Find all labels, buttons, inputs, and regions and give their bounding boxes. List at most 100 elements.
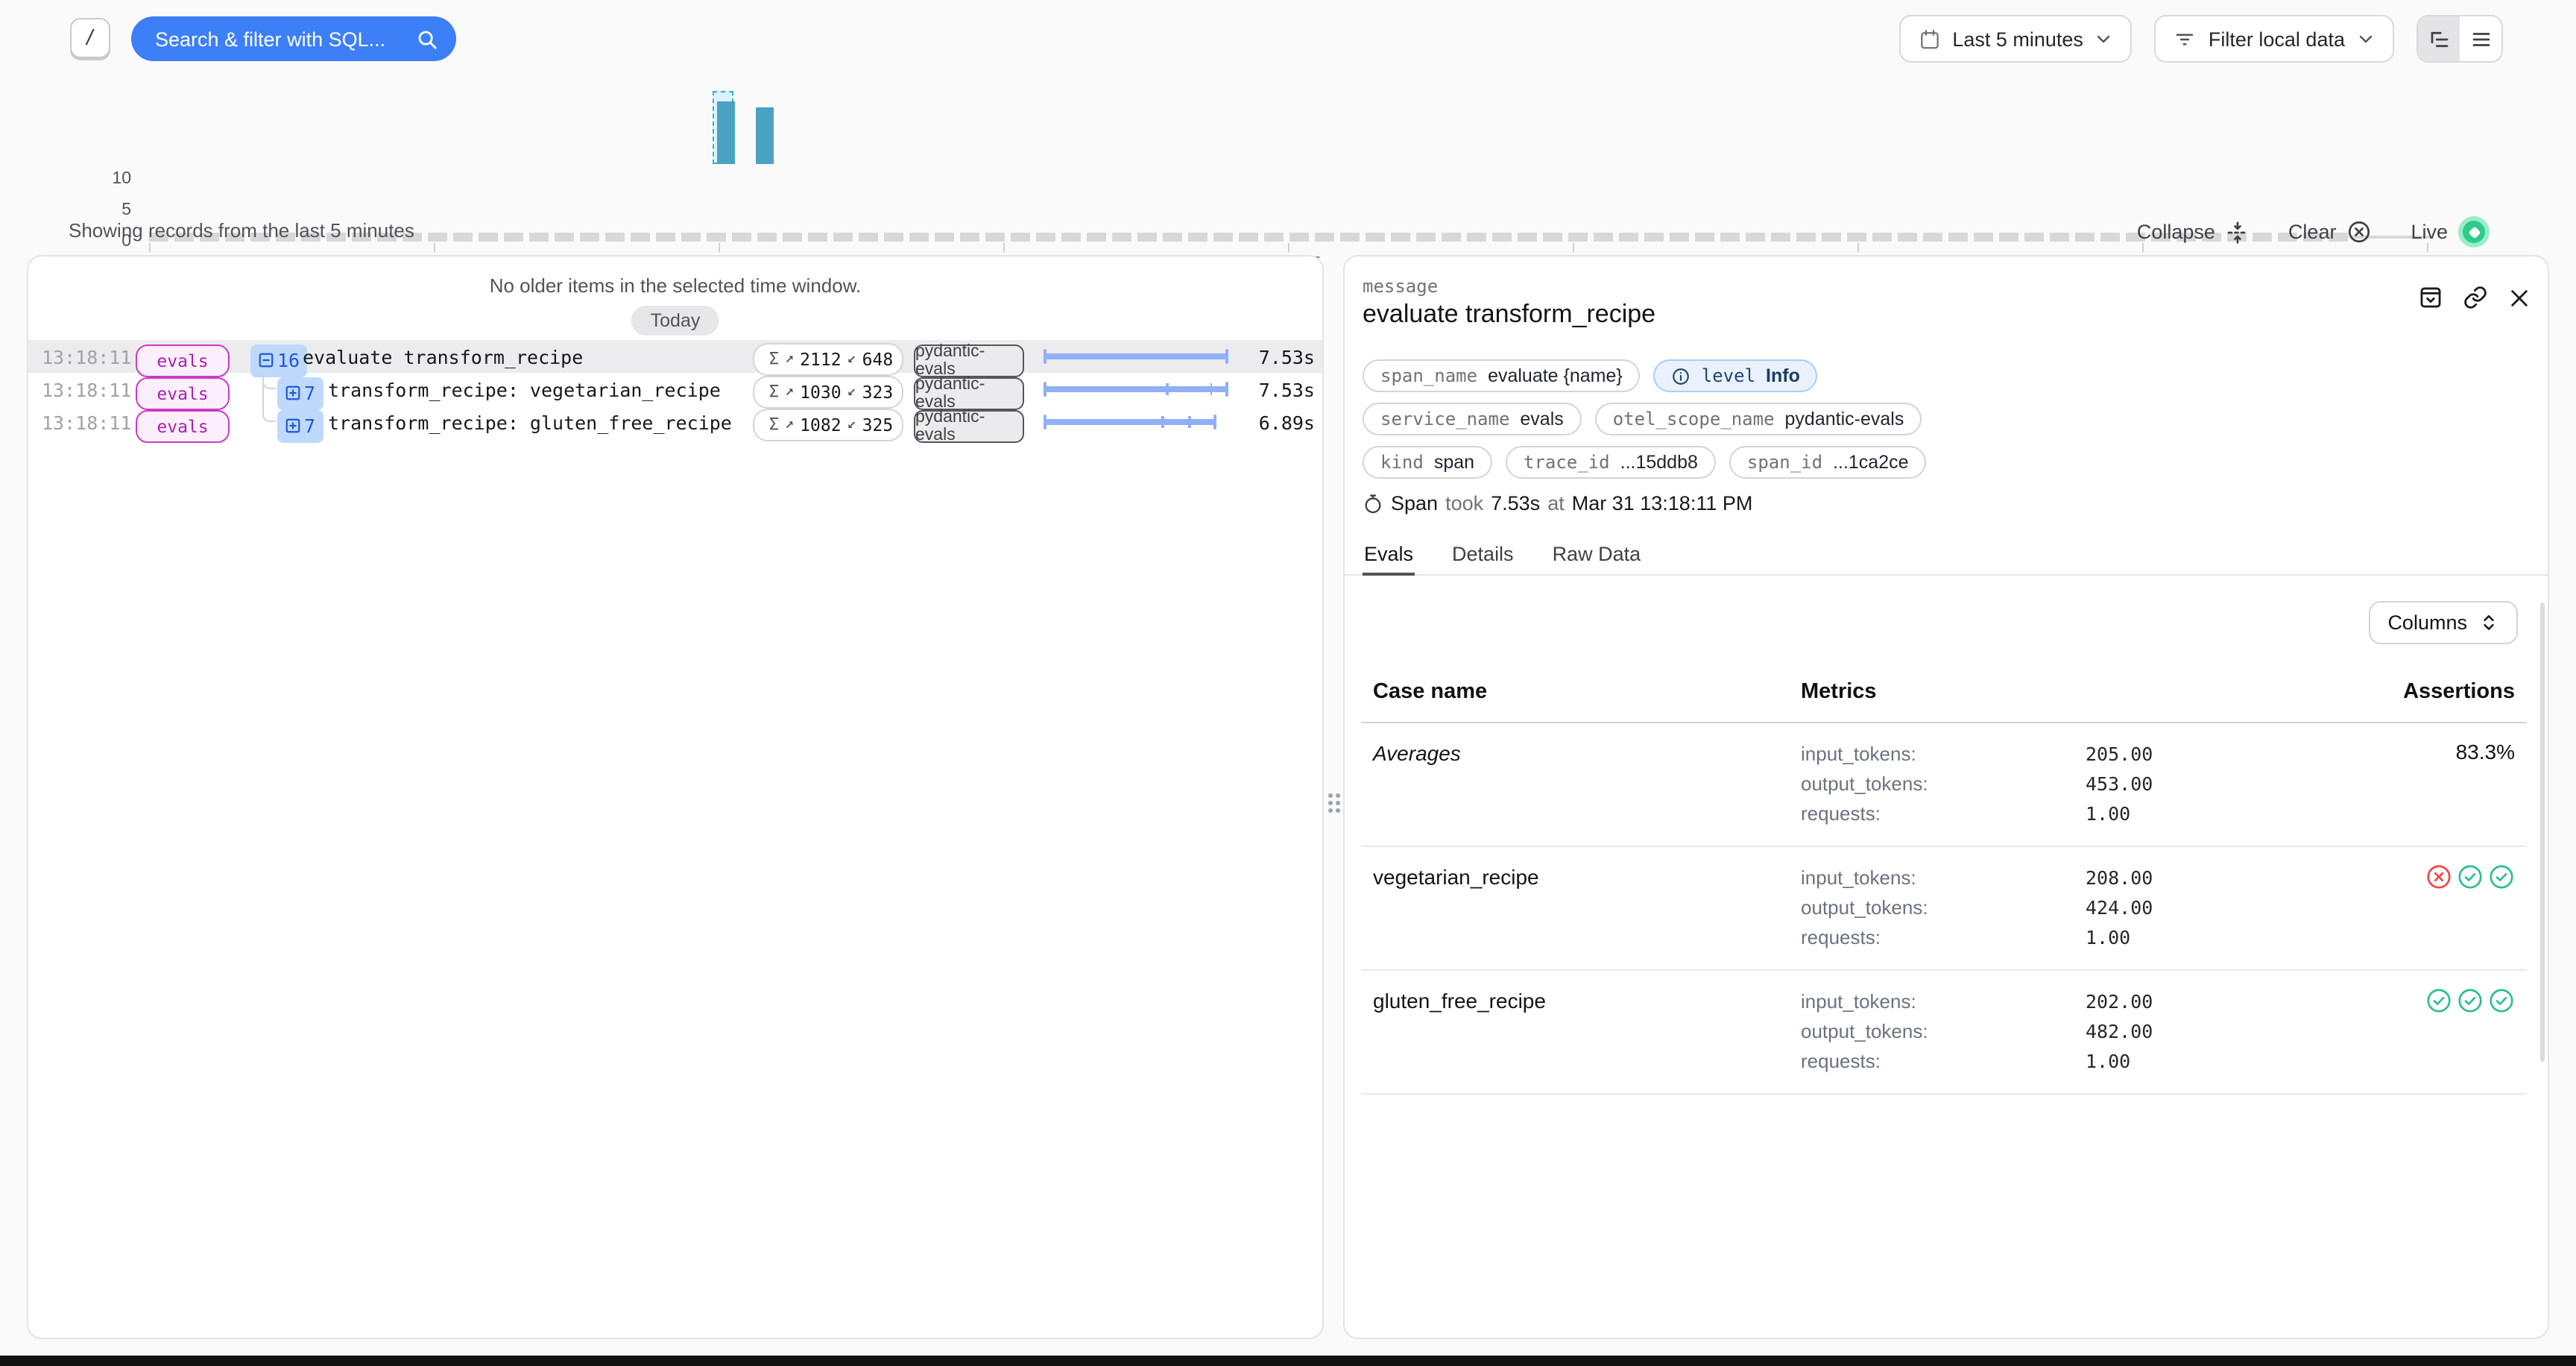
- filter-label: Filter local data: [2209, 28, 2345, 50]
- assertions-percent: 83.3%: [2456, 740, 2515, 764]
- case-name: vegetarian_recipe: [1373, 863, 1801, 953]
- tab-raw-data[interactable]: Raw Data: [1553, 534, 1641, 574]
- collapse-button[interactable]: Collapse: [2137, 220, 2250, 244]
- filter-icon: [2174, 28, 2197, 50]
- y-axis-tick: 10: [86, 170, 131, 188]
- trace-row[interactable]: 13:18:11 evals 7 transform_recipe: veget…: [28, 373, 1322, 406]
- chevrons-up-down-icon: [2479, 613, 2498, 632]
- filter-local-data-dropdown[interactable]: Filter local data: [2155, 15, 2394, 63]
- copy-link-icon[interactable]: [2463, 285, 2488, 310]
- attr-service-name[interactable]: service_name evals: [1363, 403, 1582, 435]
- close-icon[interactable]: [2507, 286, 2531, 309]
- tab-details[interactable]: Details: [1452, 534, 1514, 574]
- input-tokens-arrow-icon: ↗: [785, 350, 794, 367]
- info-icon: [1672, 366, 1691, 385]
- otel-scope-tag[interactable]: pydantic-evals: [914, 409, 1024, 442]
- col-case-name: Case name: [1373, 680, 1801, 704]
- duration-text: 7.53s: [1210, 340, 1315, 373]
- live-toggle[interactable]: Live: [2411, 216, 2490, 248]
- top-toolbar: / Search & filter with SQL... Last 5 min…: [0, 0, 2576, 81]
- assertion-pass-icon: [2488, 987, 2515, 1014]
- search-button[interactable]: Search & filter with SQL...: [131, 16, 456, 61]
- expand-children-badge[interactable]: 7: [277, 409, 323, 442]
- search-label: Search & filter with SQL...: [155, 28, 401, 50]
- token-stats-pill[interactable]: Σ ↗1030 ↙323: [753, 375, 903, 408]
- detail-title: evaluate transform_recipe: [1363, 300, 1655, 330]
- input-tokens-arrow-icon: ↗: [785, 383, 794, 400]
- input-tokens: 1082: [800, 414, 841, 435]
- sigma-icon: Σ: [769, 415, 779, 434]
- token-stats-pill[interactable]: Σ ↗ 1082 ↙ 325: [753, 408, 903, 441]
- token-stats-pill[interactable]: Σ ↗2112 ↙648: [753, 342, 903, 375]
- attr-kind[interactable]: kind span: [1363, 446, 1492, 479]
- trace-row[interactable]: 13:18:11 evals 7 transform_recipe: glute…: [28, 406, 1322, 438]
- evals-table-row[interactable]: vegetarian_recipe input_tokens:208.00 ou…: [1361, 847, 2527, 971]
- attr-span-name[interactable]: span_name evaluate {name}: [1363, 359, 1641, 392]
- evals-tag[interactable]: evals: [136, 409, 230, 442]
- attr-span-id[interactable]: span_id ...1ca2ce: [1729, 446, 1927, 479]
- attr-level[interactable]: level Info: [1654, 359, 1818, 392]
- attr-trace-id[interactable]: trace_id ...15ddb8: [1506, 446, 1716, 479]
- calendar-icon: [1918, 28, 1940, 50]
- tree-view-toggle[interactable]: [2418, 16, 2460, 61]
- panel-scrollbar[interactable]: [2540, 602, 2545, 1062]
- sigma-icon: Σ: [769, 349, 779, 368]
- showing-records-text: Showing records from the last 5 minutes: [69, 219, 414, 242]
- evals-table: Case name Metrics Assertions Averages in…: [1361, 668, 2527, 1095]
- plus-square-icon: [285, 385, 301, 401]
- span-name: transform_recipe: vegetarian_recipe: [328, 373, 721, 406]
- time-range-label: Last 5 minutes: [1952, 28, 2083, 50]
- otel-scope-tag[interactable]: pydantic-evals: [914, 344, 1024, 377]
- duration-text: 7.53s: [1210, 373, 1315, 406]
- duration-bar: [1044, 380, 1228, 398]
- clear-circle-x-icon: [2346, 219, 2372, 245]
- timeline-plot[interactable]: [149, 82, 2427, 160]
- live-indicator-icon: [2458, 216, 2490, 248]
- list-view-toggle[interactable]: [2460, 16, 2501, 61]
- app-window: / Search & filter with SQL... Last 5 min…: [0, 0, 2576, 1366]
- minus-square-icon: [258, 352, 274, 368]
- duration-text: 6.89s: [1210, 406, 1315, 438]
- trace-time: 13:18:11: [42, 373, 131, 406]
- plus-square-icon: [285, 418, 301, 434]
- status-row: Showing records from the last 5 minutes …: [0, 216, 2576, 246]
- trace-row[interactable]: 13:18:11 evals 16 evaluate transform_rec…: [28, 340, 1322, 373]
- evals-tag[interactable]: evals: [136, 344, 230, 377]
- input-tokens-arrow-icon: ↗: [785, 416, 794, 432]
- detail-tabs: Evals Details Raw Data: [1345, 534, 2548, 576]
- expand-children-badge[interactable]: 7: [277, 377, 323, 409]
- evals-table-row[interactable]: Averages input_tokens:205.00 output_toke…: [1361, 723, 2527, 847]
- assertion-pass-icon: [2457, 987, 2484, 1014]
- panel-resize-handle[interactable]: [1325, 790, 1342, 816]
- dock-panel-icon[interactable]: [2418, 285, 2443, 310]
- time-range-dropdown[interactable]: Last 5 minutes: [1898, 15, 2133, 63]
- input-tokens: 1030: [800, 381, 841, 402]
- empty-window-notice: No older items in the selected time wind…: [28, 274, 1322, 297]
- columns-button[interactable]: Columns: [2368, 601, 2518, 644]
- output-tokens-arrow-icon: ↙: [847, 416, 856, 432]
- collapse-children-badge[interactable]: 16: [250, 344, 307, 377]
- attr-otel-scope-name[interactable]: otel_scope_name pydantic-evals: [1595, 403, 1922, 435]
- output-tokens: 325: [862, 414, 894, 435]
- output-tokens-arrow-icon: ↙: [847, 383, 856, 400]
- evals-table-row[interactable]: gluten_free_recipe input_tokens:202.00 o…: [1361, 971, 2527, 1095]
- view-mode-toggle: [2416, 15, 2503, 63]
- tab-evals[interactable]: Evals: [1364, 534, 1413, 574]
- span-detail-panel: message evaluate transform_recipe span_n…: [1343, 255, 2549, 1339]
- assertion-pass-icon: [2457, 863, 2484, 890]
- clear-button[interactable]: Clear: [2288, 219, 2373, 245]
- search-icon: [416, 28, 438, 50]
- evals-table-header: Case name Metrics Assertions: [1361, 668, 2527, 723]
- assertion-fail-icon: [2425, 863, 2452, 890]
- list-icon: [2469, 28, 2492, 50]
- tree-connector: [262, 406, 277, 438]
- evals-tag[interactable]: evals: [136, 377, 230, 409]
- chevron-down-icon: [2095, 30, 2113, 48]
- span-duration-summary: Span took 7.53s at Mar 31 13:18:11 PM: [1363, 492, 1752, 514]
- case-name: Averages: [1373, 740, 1801, 829]
- otel-scope-tag[interactable]: pydantic-evals: [914, 377, 1024, 409]
- date-chip[interactable]: Today: [631, 306, 720, 336]
- trace-list-panel: No older items in the selected time wind…: [27, 255, 1324, 1339]
- tree-connector: [262, 373, 277, 406]
- span-name: evaluate transform_recipe: [303, 340, 583, 373]
